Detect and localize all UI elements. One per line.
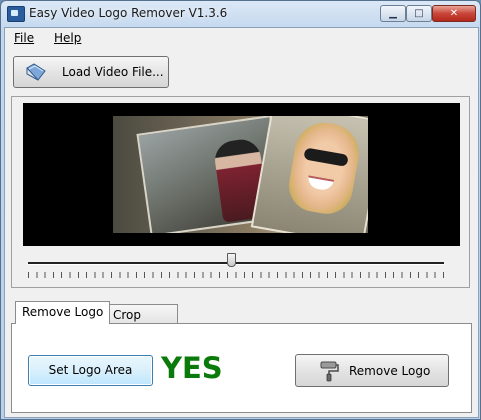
close-button[interactable]: ✕: [432, 5, 476, 22]
client-area: File Help Load Video File... Remove Logo…: [4, 27, 479, 418]
menu-help-label: Help: [54, 31, 82, 45]
maximize-icon: □: [414, 8, 424, 19]
window-title: Easy Video Logo Remover V1.3.6: [29, 6, 228, 20]
folder-icon: [26, 63, 46, 81]
minimize-button[interactable]: ▁: [380, 5, 406, 22]
load-video-label: Load Video File...: [62, 65, 164, 79]
tab-crop-video[interactable]: Crop Video: [106, 304, 178, 336]
remove-logo-panel: Set Logo Area YES Remove Logo: [11, 323, 472, 413]
photo-right: [250, 116, 368, 233]
remove-logo-label: Remove Logo: [349, 364, 431, 378]
remove-logo-button[interactable]: Remove Logo: [295, 354, 449, 387]
menu-bar: File Help: [5, 28, 478, 48]
tab-remove-logo-label: Remove Logo: [22, 305, 104, 319]
face-right: [284, 118, 364, 218]
tab-remove-logo[interactable]: Remove Logo: [15, 301, 111, 324]
close-icon: ✕: [449, 8, 459, 19]
seek-slider-thumb[interactable]: [227, 253, 237, 267]
app-icon: [7, 6, 25, 22]
app-window: Easy Video Logo Remover V1.3.6 ▁ □ ✕ Fil…: [0, 0, 481, 420]
smile: [306, 175, 335, 192]
video-frame-image: [113, 116, 368, 233]
video-preview-panel: [11, 96, 470, 288]
seek-slider-ticks: [28, 272, 444, 278]
logo-status-text: YES: [161, 351, 223, 385]
tab-control: Remove Logo Crop Video Set Logo Area YES…: [11, 301, 472, 413]
paint-roller-icon: [320, 361, 339, 382]
menu-file[interactable]: File: [14, 31, 34, 45]
title-bar[interactable]: Easy Video Logo Remover V1.3.6 ▁ □ ✕: [1, 1, 480, 27]
set-logo-area-button[interactable]: Set Logo Area: [28, 355, 153, 386]
maximize-button[interactable]: □: [406, 5, 432, 22]
sunglasses: [303, 147, 349, 167]
load-video-button[interactable]: Load Video File...: [13, 56, 169, 88]
minimize-icon: ▁: [389, 8, 397, 19]
video-screen: [23, 103, 460, 246]
menu-help[interactable]: Help: [54, 31, 81, 45]
menu-file-label: File: [14, 31, 35, 45]
